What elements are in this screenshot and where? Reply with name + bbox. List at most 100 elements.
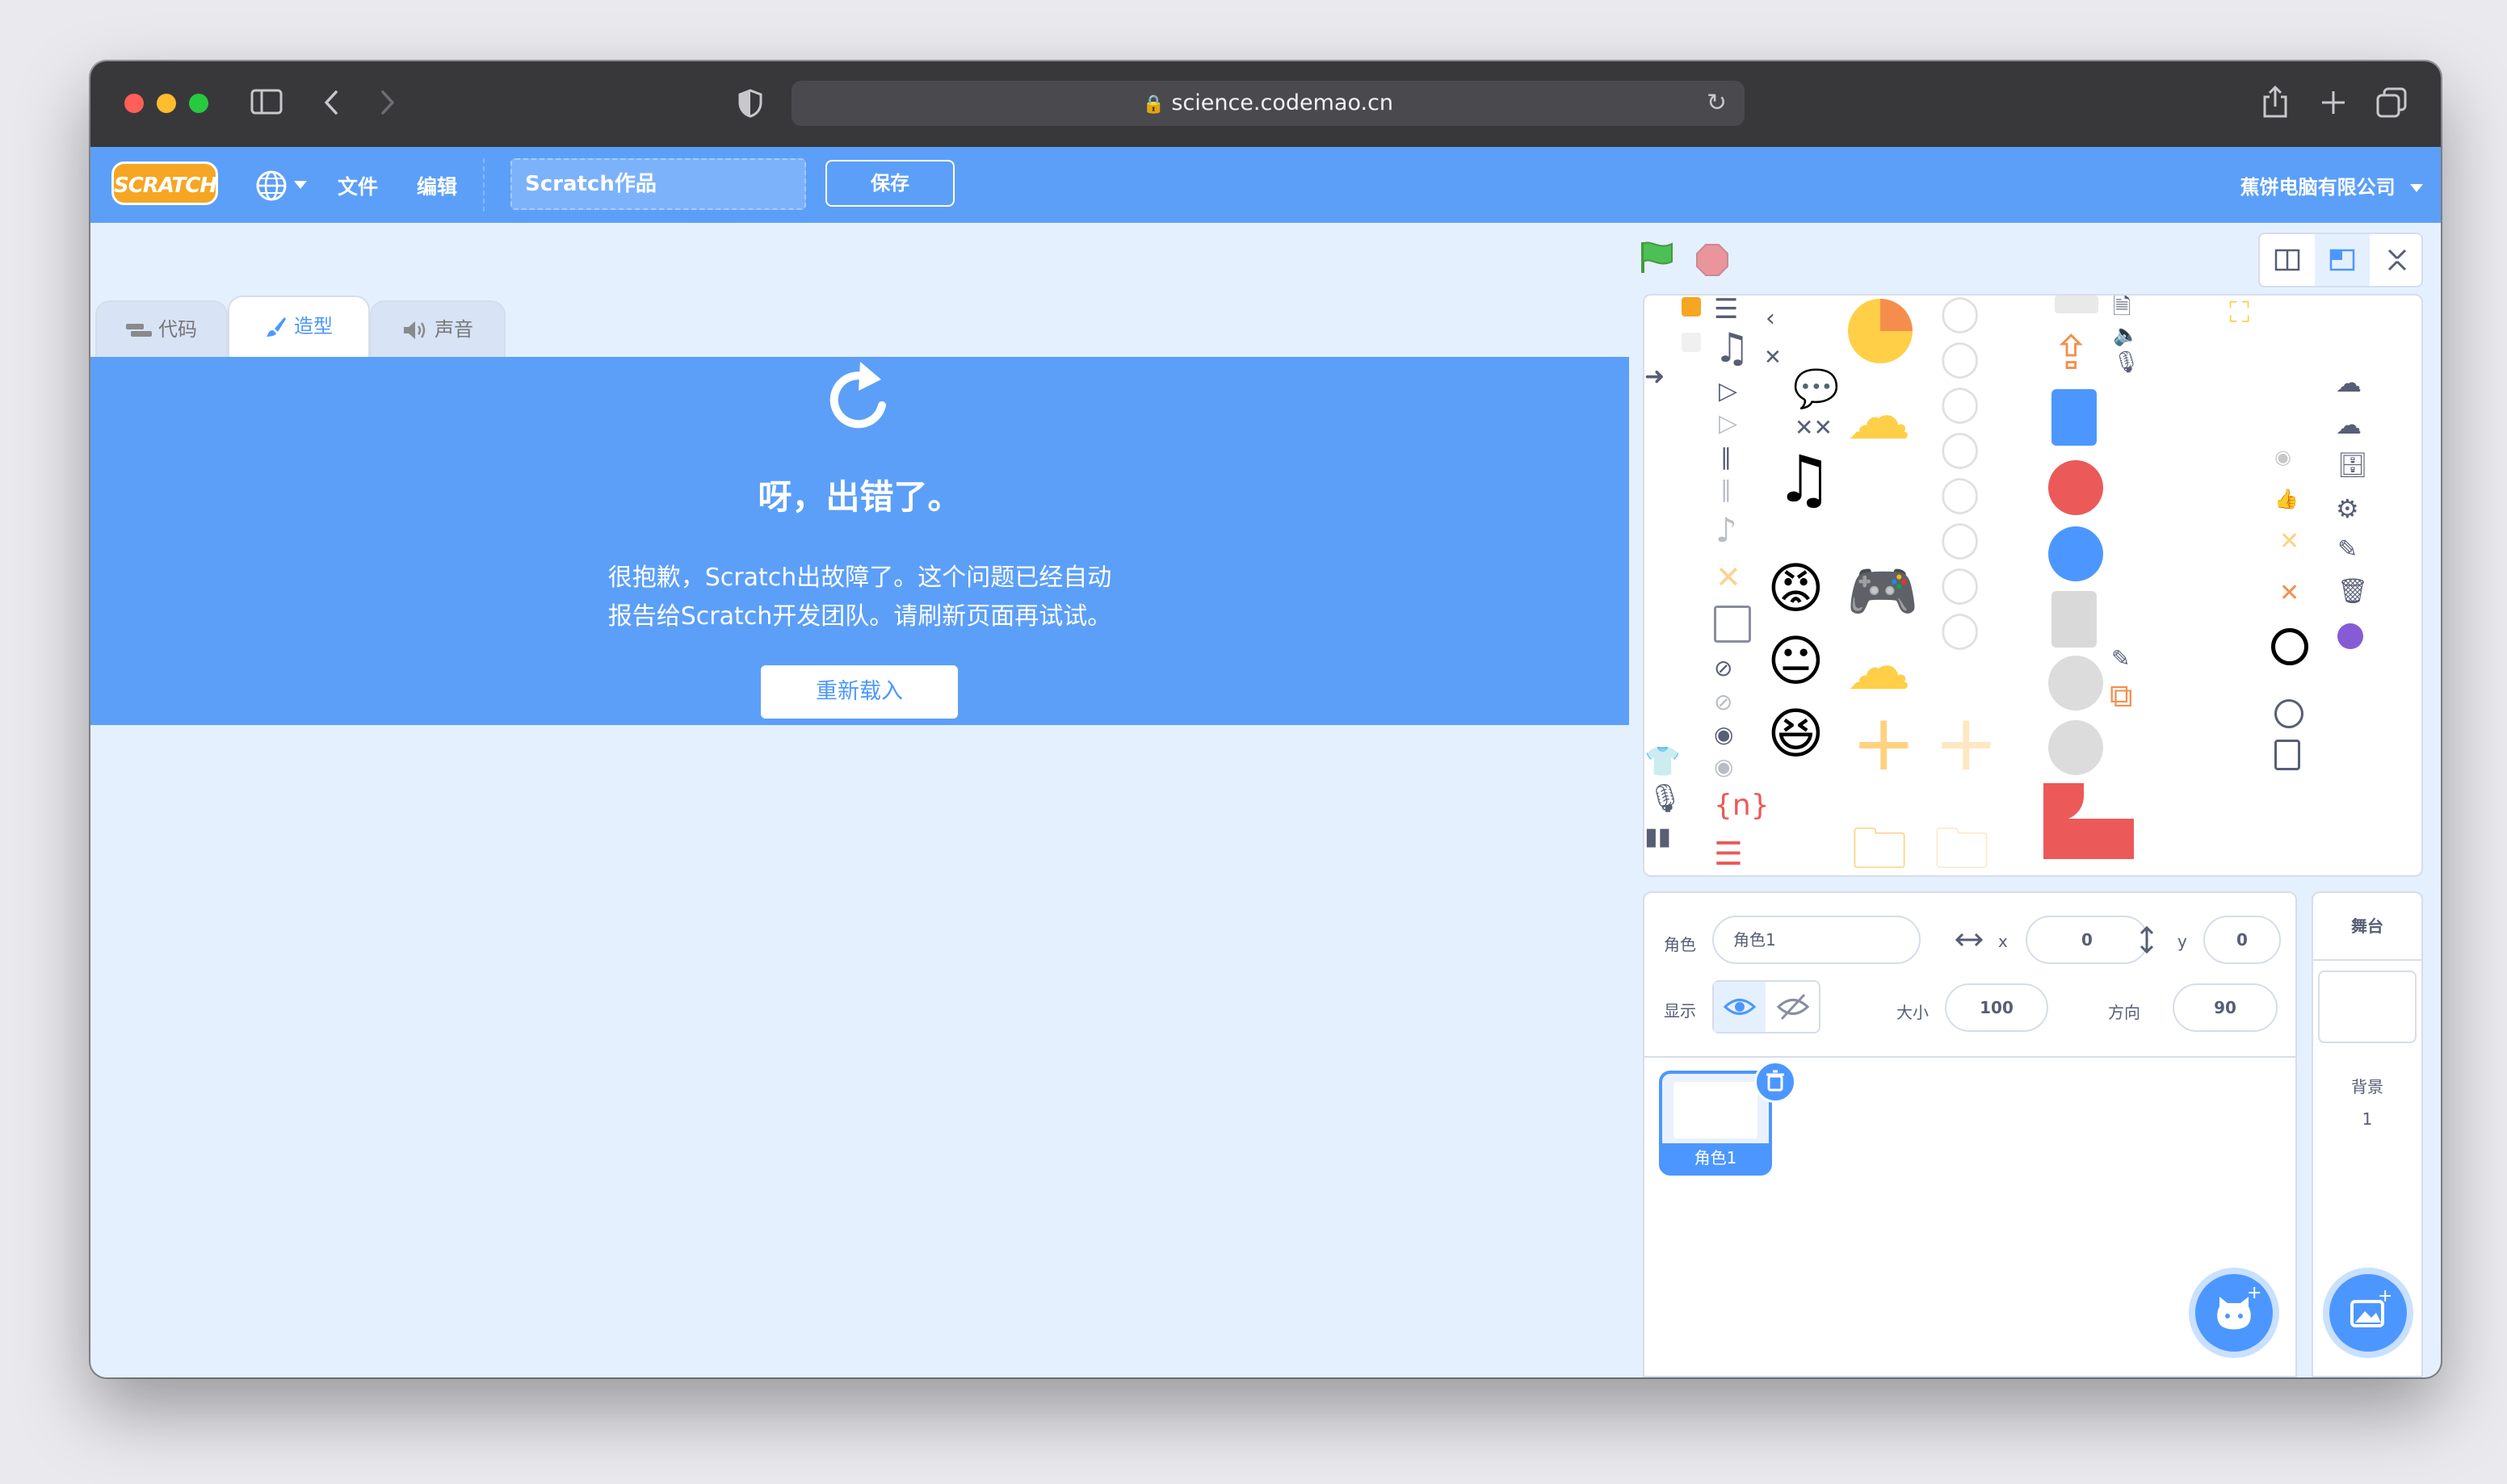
eye-icon: ◉ bbox=[1714, 721, 1734, 748]
visibility-toggle bbox=[1712, 980, 1820, 1033]
edit-icon: ✎ bbox=[2111, 645, 2131, 672]
list-icon: ☰ bbox=[1714, 836, 1743, 873]
list-icon: ☰ bbox=[1714, 294, 1739, 325]
sidebar-icon[interactable] bbox=[250, 89, 283, 115]
stage-target-panel[interactable]: 舞台 背景 1 + bbox=[2312, 891, 2423, 1377]
x-position-input[interactable]: 0 bbox=[2026, 916, 2148, 964]
size-input[interactable]: 100 bbox=[1945, 983, 2048, 1032]
folder-upload-icon: 🗀 bbox=[1934, 815, 1990, 877]
code-blocks-icon bbox=[126, 324, 152, 337]
video-file-icon bbox=[2051, 389, 2097, 446]
paintbrush-icon bbox=[267, 317, 286, 337]
minimize-window-button[interactable] bbox=[157, 94, 176, 113]
banner-icon bbox=[2043, 783, 2084, 820]
upload-icon: ⇪ bbox=[2051, 325, 2091, 380]
sprite-name-input[interactable]: 角色1 bbox=[1712, 916, 1921, 964]
normal-stage-icon[interactable] bbox=[2315, 234, 2370, 286]
cat-add-icon: + bbox=[2217, 1283, 2261, 1330]
eye-off-icon[interactable] bbox=[1767, 982, 1819, 1032]
stop-circle-icon bbox=[2048, 656, 2103, 711]
back-icon[interactable] bbox=[321, 89, 341, 116]
error-message-line: 很抱歉，Scratch出故障了。这个问题已经自动 bbox=[607, 564, 1112, 592]
stop-icon[interactable] bbox=[1696, 244, 1728, 276]
green-flag-icon[interactable] bbox=[1640, 241, 1675, 275]
close-window-button[interactable] bbox=[124, 94, 144, 113]
direction-input[interactable]: 90 bbox=[2173, 983, 2278, 1032]
svg-text:+: + bbox=[2247, 1283, 2261, 1303]
video-file-icon bbox=[2051, 591, 2097, 648]
tab-sounds[interactable]: 声音 bbox=[370, 300, 506, 358]
plus-icon: + bbox=[1851, 698, 1917, 788]
sprite-tile[interactable]: 角色1 bbox=[1659, 1061, 1796, 1176]
microphone-icon: 🎙 bbox=[1648, 782, 1683, 815]
cloud-upload-icon: ☁ bbox=[2336, 367, 2362, 398]
chevron-down-icon[interactable] bbox=[294, 181, 307, 191]
shield-icon[interactable] bbox=[738, 89, 762, 118]
checkbox-icon bbox=[1682, 297, 1701, 317]
gamepad-icon: 🎮 bbox=[1846, 557, 1919, 625]
reload-arrow-icon bbox=[829, 362, 886, 429]
new-tab-icon[interactable] bbox=[2320, 89, 2347, 116]
address-bar[interactable]: 🔒 science.codemao.cn ↻ bbox=[792, 81, 1745, 126]
share-icon[interactable] bbox=[2261, 84, 2289, 119]
pause-icon: ‖ bbox=[1720, 476, 1732, 502]
sprite-label: 角色 bbox=[1664, 935, 1696, 954]
file-play-icon bbox=[2274, 740, 2300, 770]
lock-icon: 🔒 bbox=[1142, 94, 1165, 115]
gear-icon: ⚙ bbox=[2336, 493, 2359, 524]
reload-page-icon[interactable]: ↻ bbox=[1707, 81, 1727, 126]
tab-costumes[interactable]: 造型 bbox=[228, 296, 370, 357]
horizontal-arrows-icon bbox=[1955, 933, 1984, 947]
speech-bubble-icon: 💬 bbox=[1793, 367, 1840, 410]
image-add-icon: + bbox=[2350, 1286, 2392, 1327]
bar-chart-icon: ▮▮ bbox=[1644, 823, 1672, 851]
pie-chart-icon bbox=[1848, 299, 1913, 363]
add-backdrop-button[interactable]: + bbox=[2329, 1274, 2407, 1352]
speaker-icon bbox=[404, 321, 426, 339]
project-title-input[interactable]: Scratch作品 bbox=[510, 158, 806, 210]
tab-code[interactable]: 代码 bbox=[95, 300, 228, 358]
circle-icon bbox=[2271, 628, 2308, 665]
stage-size-toggle bbox=[2258, 233, 2423, 287]
sprite-tile-name: 角色1 bbox=[1662, 1143, 1769, 1172]
account-name: 蕉饼电脑有限公司 bbox=[2240, 176, 2396, 199]
url-text: science.codemao.cn bbox=[1171, 90, 1394, 115]
save-button[interactable]: 保存 bbox=[825, 160, 955, 207]
fullscreen-icon[interactable] bbox=[2370, 234, 2425, 286]
svg-text:+: + bbox=[2378, 1286, 2392, 1306]
variable-icon: {n} bbox=[1714, 789, 1770, 822]
stage-thumbnail[interactable] bbox=[2318, 970, 2417, 1043]
sprite-info-panel: 角色 角色1 x 0 y 0 显示 大小 100 方向 90 角色1 + bbox=[1643, 891, 2297, 1377]
small-stage-icon[interactable] bbox=[2260, 234, 2315, 286]
laughing-face-icon: 😆 bbox=[1767, 702, 1825, 766]
account-menu[interactable]: 蕉饼电脑有限公司 bbox=[2240, 171, 2423, 199]
delete-sprite-button[interactable] bbox=[1754, 1061, 1796, 1103]
activity-icon: ◯ bbox=[1940, 294, 1980, 333]
show-label: 显示 bbox=[1664, 1001, 1696, 1021]
file-menu[interactable]: 文件 bbox=[338, 171, 378, 200]
eye-icon[interactable] bbox=[1714, 982, 1766, 1032]
sprite-thumbnail bbox=[1673, 1082, 1757, 1138]
eye-off-icon: ⊘ bbox=[1714, 689, 1733, 715]
scratch-logo[interactable]: SCRATCH bbox=[111, 161, 218, 205]
close-icon: ✕ bbox=[2279, 579, 2300, 607]
add-sprite-button[interactable]: + bbox=[2195, 1274, 2273, 1352]
database-icon: 🗄 bbox=[2337, 451, 2369, 480]
direction-label: 方向 bbox=[2108, 1003, 2140, 1022]
eye-icon: ◉ bbox=[2274, 446, 2291, 468]
scratch-menu-bar: SCRATCH 文件 编辑 Scratch作品 保存 蕉饼电脑有限公司 bbox=[90, 147, 2441, 223]
reload-button[interactable]: 重新载入 bbox=[761, 665, 958, 719]
y-position-input[interactable]: 0 bbox=[2203, 916, 2281, 964]
play-circle-icon bbox=[2048, 720, 2103, 775]
forward-icon[interactable] bbox=[378, 89, 397, 116]
globe-icon[interactable] bbox=[255, 170, 288, 202]
trash-icon bbox=[1766, 1070, 1784, 1092]
tools-icon: ◯ bbox=[1940, 518, 1980, 560]
crash-message-panel: 呀，出错了。 很抱歉，Scratch出故障了。这个问题已经自动 报告给Scrat… bbox=[90, 357, 1629, 725]
stage-canvas[interactable]: ➜ ☰ ♫ ▷ ▷ ‖ ‖ ♪ ✕ ⊘ ⊘ ◉ ◉ 👕 🎙 ▮▮ {n} ☰ ‹… bbox=[1643, 294, 2423, 877]
cloud-icon: ◯ bbox=[1940, 473, 1980, 514]
tab-overview-icon[interactable] bbox=[2376, 87, 2407, 118]
zoom-window-button[interactable] bbox=[189, 94, 208, 113]
size-label: 大小 bbox=[1896, 1003, 1929, 1022]
edit-menu[interactable]: 编辑 bbox=[417, 171, 457, 200]
